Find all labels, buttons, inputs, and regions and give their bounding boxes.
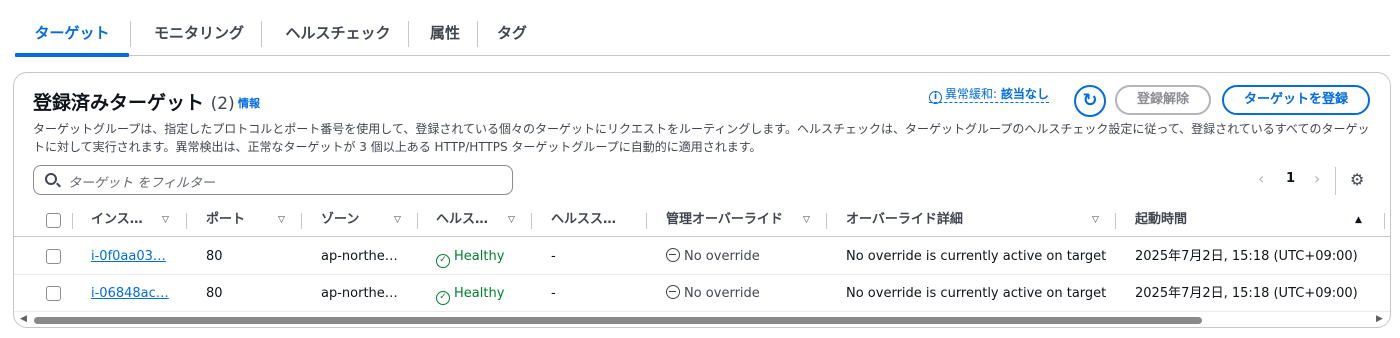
- register-targets-button[interactable]: ターゲットを登録: [1222, 85, 1370, 115]
- panel-title: 登録済みターゲット (2): [33, 88, 235, 115]
- tab-divider: [408, 21, 409, 47]
- check-circle-icon: ✓: [436, 254, 450, 268]
- page-number[interactable]: 1: [1286, 171, 1295, 186]
- column-divider: [1384, 213, 1385, 229]
- tab-health-checks[interactable]: ヘルスチェック: [269, 14, 407, 55]
- deregister-button[interactable]: 登録解除: [1115, 85, 1211, 115]
- health-status: ✓ Healthy: [436, 275, 504, 312]
- tab-tags[interactable]: タグ: [485, 14, 539, 55]
- health-label: Healthy: [454, 286, 505, 301]
- column-divider: [186, 213, 187, 229]
- anomaly-label: 異常緩和:: [945, 87, 1001, 101]
- filter-targets-input[interactable]: ターゲット をフィルター: [33, 165, 513, 195]
- anomaly-mitigation-link[interactable]: i 異常緩和: 該当なし: [929, 85, 1049, 104]
- column-header-zone[interactable]: ゾーン: [321, 203, 359, 237]
- health-label: Healthy: [454, 249, 505, 264]
- column-divider: [646, 213, 647, 229]
- column-divider: [72, 213, 73, 229]
- search-icon: [45, 173, 57, 185]
- tab-targets[interactable]: ターゲット: [15, 14, 129, 57]
- launch-time: 2025年7月2日, 15:18 (UTC+09:00): [1135, 286, 1358, 301]
- search-placeholder: ターゲット をフィルター: [68, 176, 215, 191]
- scrollbar-thumb[interactable]: [34, 317, 1202, 324]
- instance-id-link[interactable]: i-06848ac…: [91, 275, 169, 312]
- zone-value: ap-northe…: [321, 249, 398, 264]
- column-header-admin-override[interactable]: 管理オーバーライド: [666, 203, 783, 237]
- column-header-health-status[interactable]: ヘルスス…: [551, 203, 616, 237]
- minus-circle-icon: [666, 248, 680, 262]
- launch-time: 2025年7月2日, 15:18 (UTC+09:00): [1135, 249, 1358, 264]
- health-status-detail: -: [551, 286, 556, 301]
- chevron-left-icon[interactable]: ‹: [1258, 169, 1264, 188]
- tab-bar: ターゲット モニタリング ヘルスチェック 属性 タグ: [15, 14, 1390, 57]
- column-divider: [301, 213, 302, 229]
- divider: [1335, 167, 1336, 195]
- override-detail: No override is currently active on targe…: [846, 249, 1107, 264]
- column-divider: [826, 213, 827, 229]
- column-header-instance[interactable]: インス…: [91, 203, 143, 237]
- sort-down-icon[interactable]: ▽: [278, 203, 285, 237]
- check-circle-icon: ✓: [436, 291, 450, 305]
- target-count: (2): [210, 94, 235, 114]
- info-link[interactable]: 情報: [238, 95, 260, 111]
- scroll-right-icon[interactable]: ▶: [1376, 314, 1383, 324]
- port-value: 80: [206, 249, 223, 264]
- sort-down-icon[interactable]: ▽: [162, 203, 169, 237]
- column-header-health[interactable]: ヘルス…: [436, 203, 488, 237]
- registered-targets-panel: 登録済みターゲット (2) 情報 i 異常緩和: 該当なし ↻ 登録解除 ターゲッ…: [13, 72, 1391, 328]
- override-detail: No override is currently active on targe…: [846, 286, 1107, 301]
- admin-override: No override: [666, 275, 760, 312]
- sort-down-icon[interactable]: ▽: [1092, 203, 1099, 237]
- sort-down-icon[interactable]: ▽: [394, 203, 401, 237]
- sort-down-icon[interactable]: ▽: [803, 203, 810, 237]
- row-checkbox[interactable]: [46, 286, 61, 301]
- column-header-override-details[interactable]: オーバーライド詳細: [846, 203, 963, 237]
- column-header-port[interactable]: ポート: [206, 203, 245, 237]
- row-checkbox[interactable]: [46, 249, 61, 264]
- column-divider: [1115, 213, 1116, 229]
- panel-description: ターゲットグループは、指定したプロトコルとポート番号を使用して、登録されている個…: [33, 122, 1370, 154]
- column-divider: [417, 213, 418, 229]
- admin-override: No override: [666, 238, 760, 275]
- health-status-detail: -: [551, 249, 556, 264]
- health-status: ✓ Healthy: [436, 238, 504, 275]
- port-value: 80: [206, 286, 223, 301]
- table-header: インス… ▽ ポート ▽ ゾーン ▽ ヘルス… ▽ ヘルスス… 管理オーバーライ…: [14, 203, 1390, 237]
- select-all-checkbox[interactable]: [46, 213, 61, 228]
- chevron-right-icon[interactable]: ›: [1314, 169, 1320, 188]
- override-label: No override: [684, 286, 760, 301]
- override-label: No override: [684, 249, 760, 264]
- sort-up-icon[interactable]: ▲: [1355, 203, 1362, 237]
- tab-divider: [261, 21, 262, 47]
- tab-divider: [477, 21, 478, 47]
- zone-value: ap-northe…: [321, 286, 398, 301]
- table-row: i-0f0aa03… 80 ap-northe… ✓ Healthy - No o…: [14, 238, 1390, 275]
- sort-down-icon[interactable]: ▽: [508, 203, 515, 237]
- refresh-icon: ↻: [1082, 90, 1098, 111]
- column-header-launch-time[interactable]: 起動時間: [1135, 203, 1187, 237]
- horizontal-scrollbar[interactable]: ◀ ▶: [14, 313, 1390, 327]
- tab-divider: [130, 21, 131, 47]
- tab-attributes[interactable]: 属性: [416, 14, 474, 55]
- column-divider: [531, 213, 532, 229]
- minus-circle-icon: [666, 285, 680, 299]
- scroll-left-icon[interactable]: ◀: [20, 314, 27, 324]
- table-row: i-06848ac… 80 ap-northe… ✓ Healthy - No o…: [14, 275, 1390, 312]
- tab-monitoring[interactable]: モニタリング: [137, 14, 261, 55]
- panel-title-text: 登録済みターゲット: [33, 92, 205, 114]
- info-circle-icon: i: [929, 91, 942, 104]
- gear-icon[interactable]: ⚙: [1350, 170, 1364, 189]
- anomaly-value: 該当なし: [1000, 87, 1049, 101]
- refresh-button[interactable]: ↻: [1074, 85, 1106, 117]
- instance-id-link[interactable]: i-0f0aa03…: [91, 238, 166, 275]
